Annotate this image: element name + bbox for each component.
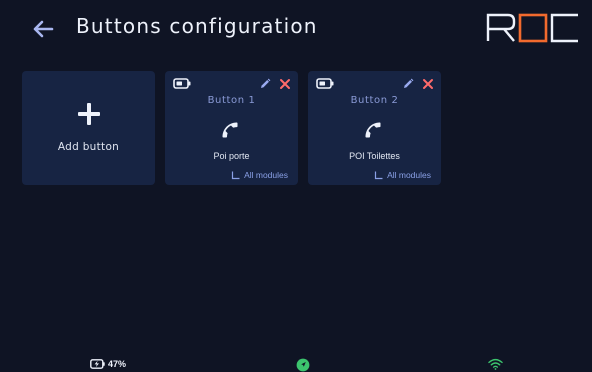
poi-label: POI Toilettes [349,151,400,161]
status-bar: 47% [0,350,592,372]
button-card-2[interactable]: Button 2 POI Toilettes All modules [308,71,441,185]
modules-info: All modules [231,168,288,180]
branch-icon [231,171,240,180]
button-card-1[interactable]: Button 1 Poi porte All modules [165,71,298,185]
modules-label: All modules [244,170,288,180]
poi-label: Poi porte [213,151,250,161]
add-button-card[interactable]: Add button [22,71,155,185]
close-icon[interactable] [422,78,434,90]
button-name: Button 1 [207,95,256,106]
add-button-label: Add button [57,141,120,153]
modules-label: All modules [387,170,431,180]
button-name: Button 2 [350,95,399,106]
battery-icon [316,78,334,89]
battery-icon [173,78,191,89]
plus-icon [78,103,100,125]
header: Buttons configuration [0,0,592,62]
wifi-icon [488,358,503,370]
roc-logo [486,13,578,43]
pencil-icon[interactable] [402,78,414,90]
gps-icon [296,358,310,372]
modules-info: All modules [374,168,431,180]
close-icon[interactable] [279,78,291,90]
phone-icon [222,122,238,138]
page-title: Buttons configuration [76,14,318,38]
phone-icon [365,122,381,138]
pencil-icon[interactable] [259,78,271,90]
back-button[interactable] [30,16,56,42]
branch-icon [374,171,383,180]
arrow-left-icon [33,20,54,38]
